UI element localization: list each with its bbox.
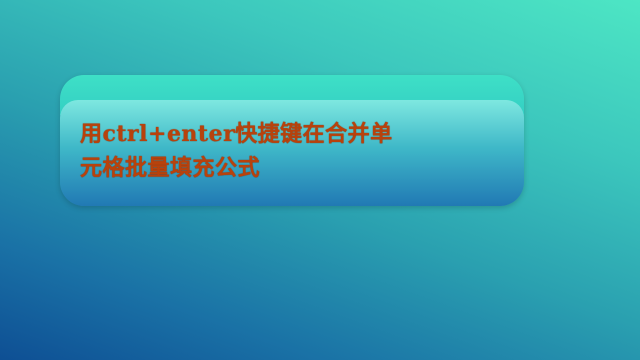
title-card: 用ctrl+enter快捷键在合并单 元格批量填充公式 — [60, 75, 524, 206]
slide-title-line-1: 用ctrl+enter快捷键在合并单 — [80, 121, 393, 147]
slide-title-line-2: 元格批量填充公式 — [80, 155, 261, 181]
slide-title: 用ctrl+enter快捷键在合并单 元格批量填充公式 — [80, 117, 510, 185]
